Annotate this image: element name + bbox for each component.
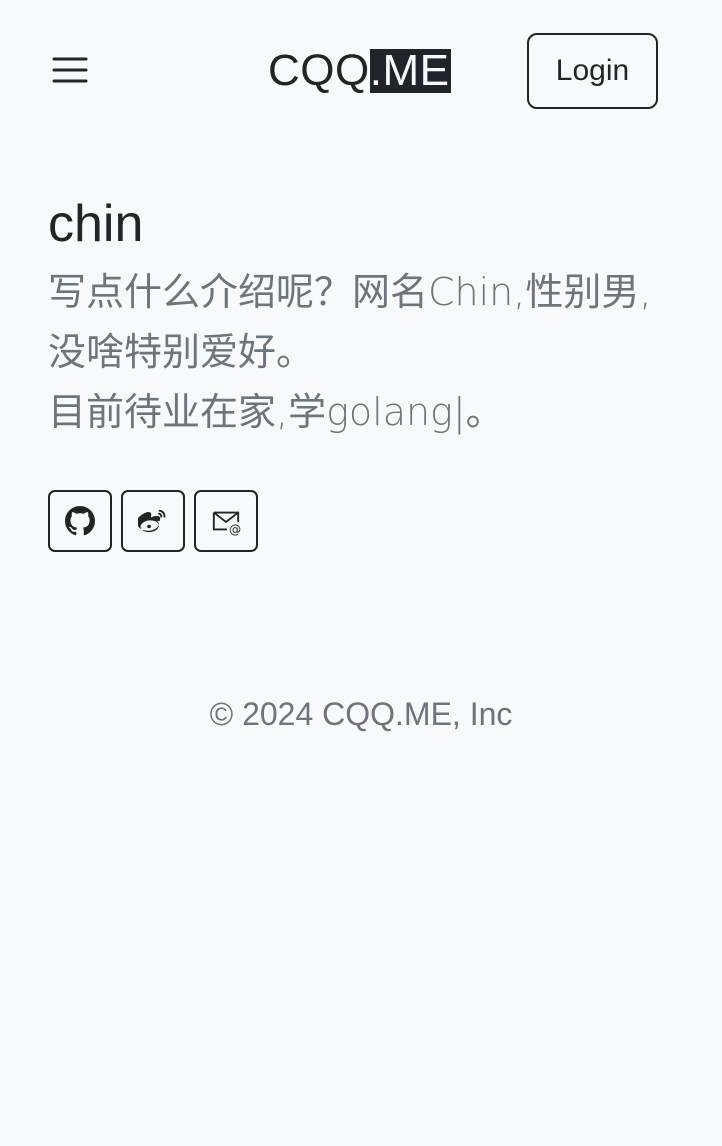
footer-copyright: © 2024 CQQ.ME, Inc <box>209 696 513 732</box>
email-icon: @ <box>212 511 241 536</box>
weibo-button[interactable] <box>121 490 185 552</box>
navbar: CQQ .ME Login <box>0 0 722 142</box>
profile-name: chin <box>48 195 144 253</box>
hamburger-menu-icon <box>52 57 88 83</box>
bio-line: 目前待业在家,学golang|。 <box>48 390 504 434</box>
login-button[interactable]: Login <box>527 33 658 109</box>
main-content: chin 写点什么介绍呢？网名Chin,性别男, 没啥特别爱好。 目前待业在家,… <box>0 192 722 552</box>
github-icon <box>65 506 95 536</box>
bio-line: 没啥特别爱好。 <box>48 330 315 374</box>
bio-line: 写点什么介绍呢？网名Chin,性别男, <box>48 270 652 314</box>
weibo-icon <box>138 509 166 533</box>
social-links: @ <box>48 490 674 552</box>
github-button[interactable] <box>48 490 112 552</box>
menu-button[interactable] <box>50 50 90 90</box>
brand-highlight: .ME <box>369 46 452 95</box>
svg-text:@: @ <box>229 522 241 536</box>
brand-main: CQQ <box>268 46 370 95</box>
brand-logo[interactable]: CQQ .ME <box>268 46 452 96</box>
profile-bio: 写点什么介绍呢？网名Chin,性别男, 没啥特别爱好。 目前待业在家,学gola… <box>48 262 688 442</box>
email-button[interactable]: @ <box>194 490 258 552</box>
